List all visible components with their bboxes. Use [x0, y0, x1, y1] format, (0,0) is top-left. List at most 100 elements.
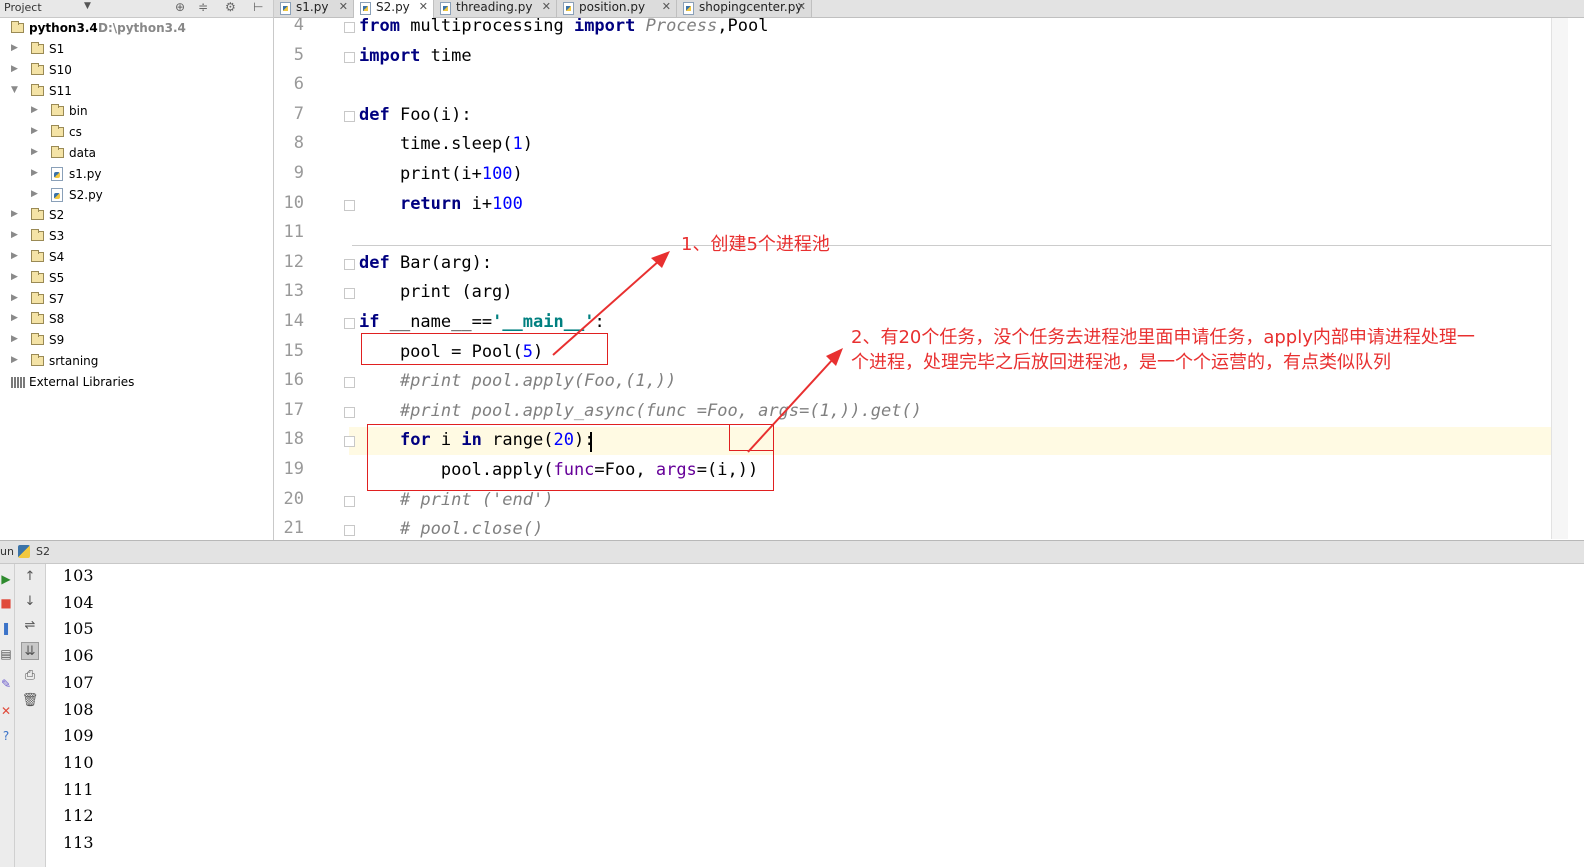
tree-item-label: S4 [49, 250, 65, 264]
line-number: 17 [283, 399, 304, 420]
tree-item[interactable]: ▶ S10 [0, 61, 272, 81]
close-icon[interactable]: ✕ [0, 704, 12, 718]
chevron-right-icon[interactable]: ▶ [31, 105, 38, 115]
help-icon[interactable]: ? [0, 729, 12, 743]
arrow-up-icon[interactable]: ↑ [21, 568, 39, 586]
chevron-right-icon[interactable]: ▶ [11, 313, 18, 323]
tree-item[interactable]: ▶ S2 [0, 206, 272, 226]
close-icon[interactable]: ✕ [542, 0, 551, 13]
fold-marker-icon[interactable] [344, 406, 355, 418]
sync-icon[interactable]: ⊕ [175, 0, 185, 14]
tab-s1-py[interactable]: s1.py ✕ [274, 0, 354, 17]
tab-shopingcenter-py[interactable]: shopingcenter.py ✕ [677, 0, 812, 17]
tree-item-external-libraries[interactable]: External Libraries [0, 373, 272, 393]
collapse-all-icon[interactable]: ≑ [198, 0, 208, 14]
python-file-icon [18, 545, 30, 558]
fold-marker-icon[interactable] [344, 288, 355, 300]
tree-item[interactable]: ▶ S2.py [0, 186, 272, 206]
tree-item[interactable]: ▶ S8 [0, 310, 272, 330]
rerun-icon[interactable]: ▶ [0, 572, 12, 586]
chevron-right-icon[interactable]: ▶ [11, 272, 18, 282]
scroll-to-end-icon[interactable]: ⇊ [21, 642, 39, 660]
soft-wrap-icon[interactable]: ⇌ [21, 617, 39, 635]
tree-item[interactable]: ▶ s1.py [0, 165, 272, 185]
tree-item[interactable]: ▶ S3 [0, 227, 272, 247]
tab-position-py[interactable]: position.py ✕ [557, 0, 677, 17]
chevron-right-icon[interactable]: ▶ [11, 293, 18, 303]
project-panel: Project ▼ ⊕ ≑ ⚙ ⊢ python3.4 D:\python3.4 ▶… [0, 0, 274, 542]
chevron-down-icon[interactable]: ▼ [11, 85, 18, 95]
fold-marker-icon[interactable] [344, 51, 355, 63]
tree-item[interactable]: ▶ bin [0, 102, 272, 122]
tree-item-label: S8 [49, 312, 65, 326]
stop-icon[interactable]: ■ [0, 596, 12, 610]
editor-scrollbar[interactable] [1551, 18, 1568, 539]
chevron-right-icon[interactable]: ▶ [11, 43, 18, 53]
tree-item[interactable]: ▶ cs [0, 123, 272, 143]
arrow-down-icon[interactable]: ↓ [21, 593, 39, 611]
chevron-right-icon[interactable]: ▶ [11, 209, 18, 219]
fold-marker-icon[interactable] [344, 258, 355, 270]
code-token: # print ('end') [359, 489, 554, 510]
chevron-right-icon[interactable]: ▶ [11, 355, 18, 365]
code-token: multiprocessing [399, 18, 574, 36]
tree-root[interactable]: python3.4 D:\python3.4 [0, 19, 272, 39]
tab-label: threading.py [456, 0, 533, 14]
code-line: print (arg) [359, 279, 513, 305]
tree-item-label: S5 [49, 271, 65, 285]
line-number: 12 [283, 251, 304, 272]
console-output-line: 106 [63, 646, 94, 666]
fold-marker-icon[interactable] [344, 22, 355, 33]
tab-label: position.py [579, 0, 646, 14]
chevron-right-icon[interactable]: ▶ [11, 230, 18, 240]
chevron-right-icon[interactable]: ▶ [11, 251, 18, 261]
close-icon[interactable]: ✕ [339, 0, 348, 13]
fold-marker-icon[interactable] [344, 377, 355, 389]
tree-item[interactable]: ▼ S11 [0, 82, 272, 102]
fold-marker-icon[interactable] [344, 318, 355, 329]
trash-icon[interactable]: 🗑 [21, 692, 39, 710]
close-icon[interactable]: ✕ [797, 0, 806, 13]
code-line: from multiprocessing import Process,Pool [359, 18, 768, 39]
fold-marker-icon[interactable] [344, 495, 355, 507]
fold-marker-icon[interactable] [344, 110, 355, 122]
chevron-right-icon[interactable]: ▶ [31, 168, 38, 178]
chevron-right-icon[interactable]: ▶ [31, 126, 38, 136]
run-side-toolbar: ▶ ■ ❚ ▤ ✎ ✕ ? [0, 564, 15, 867]
line-number: 16 [283, 370, 304, 391]
layout-icon[interactable]: ▤ [0, 647, 12, 661]
tree-item[interactable]: ▶ srtaning [0, 352, 272, 372]
project-view-selector[interactable]: Project [4, 1, 42, 14]
chevron-right-icon[interactable]: ▶ [31, 147, 38, 157]
gear-icon[interactable]: ⚙ [225, 0, 236, 14]
pin-icon[interactable]: ✎ [0, 677, 12, 691]
tab-s2-py[interactable]: S2.py ✕ [354, 0, 434, 18]
chevron-right-icon[interactable]: ▶ [11, 64, 18, 74]
fold-marker-icon[interactable] [344, 199, 355, 211]
print-icon[interactable]: ⎙ [21, 667, 39, 685]
chevron-right-icon[interactable]: ▶ [31, 189, 38, 199]
fold-marker-icon[interactable] [344, 525, 355, 537]
close-icon[interactable]: ✕ [419, 0, 428, 13]
chevron-right-icon[interactable]: ▶ [11, 334, 18, 344]
chevron-down-icon[interactable]: ▼ [84, 1, 91, 11]
tree-item[interactable]: ▶ S7 [0, 290, 272, 310]
tree-item[interactable]: ▶ S9 [0, 331, 272, 351]
close-icon[interactable]: ✕ [662, 0, 671, 13]
console-output[interactable]: 103 104 105 106 107 108 109 110 111 112 113 [46, 564, 1584, 867]
tree-item[interactable]: ▶ S5 [0, 269, 272, 289]
fold-marker-icon[interactable] [344, 436, 355, 448]
tree-item-label: External Libraries [29, 375, 135, 389]
hide-panel-icon[interactable]: ⊢ [253, 0, 263, 14]
annotation-note-1: 1、创建5个进程池 [681, 234, 830, 255]
console-output-line: 107 [63, 672, 94, 692]
run-panel-header: un S2 [0, 540, 1584, 564]
tree-item-label: S2.py [69, 188, 103, 202]
tree-item[interactable]: ▶ S4 [0, 248, 272, 268]
tree-item[interactable]: ▶ data [0, 144, 272, 164]
run-config-name[interactable]: S2 [36, 545, 50, 558]
pause-icon[interactable]: ❚ [0, 621, 12, 635]
python-file-icon [563, 2, 574, 15]
tab-threading-py[interactable]: threading.py ✕ [434, 0, 557, 17]
tree-item[interactable]: ▶ S1 [0, 40, 272, 60]
